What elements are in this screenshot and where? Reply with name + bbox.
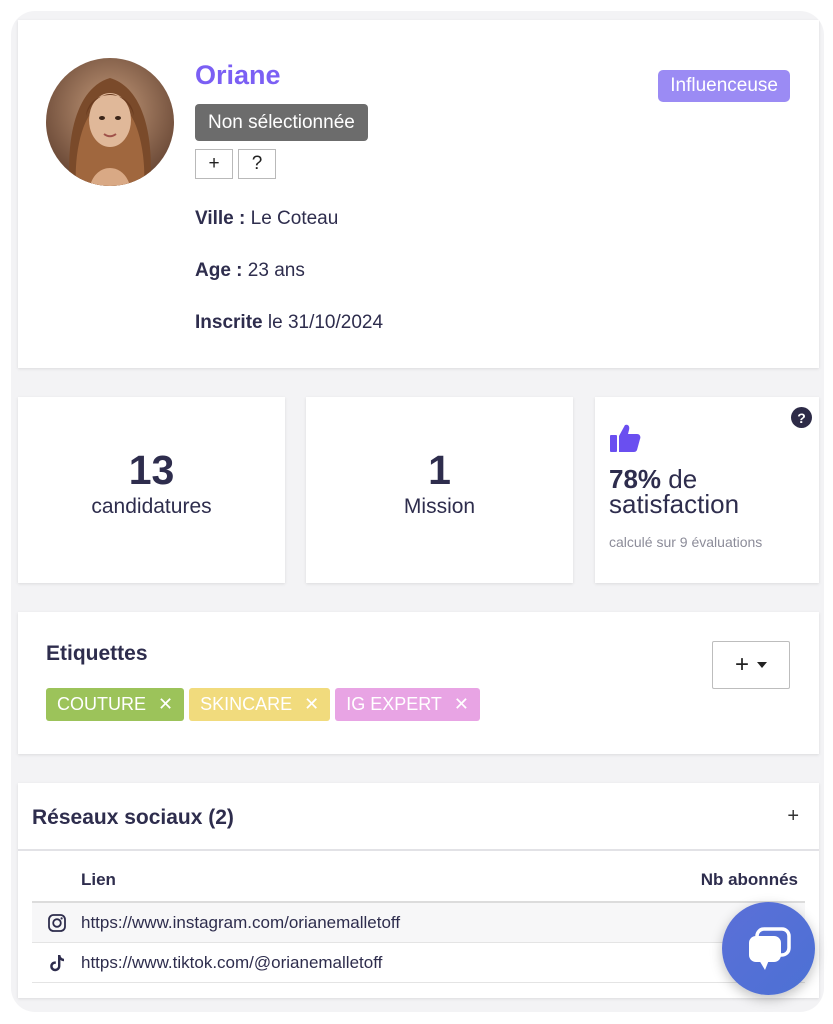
missions-label: Mission <box>403 495 476 518</box>
social-link[interactable]: https://www.instagram.com/orianemalletof… <box>81 913 400 933</box>
add-tag-dropdown[interactable]: + <box>712 641 790 689</box>
applications-label: candidatures <box>91 495 212 518</box>
social-link[interactable]: https://www.tiktok.com/@orianemalletoff <box>81 953 382 973</box>
tag-couture: COUTURE ✕ <box>46 688 185 721</box>
age-label: Age : <box>195 260 243 281</box>
tag-label: SKINCARE <box>200 694 293 714</box>
selection-status-badge[interactable]: Non sélectionnée <box>195 104 368 141</box>
table-row: https://www.instagram.com/orianemalletof… <box>32 903 805 943</box>
tag-list: COUTURE ✕ SKINCARE ✕ IG EXPERT ✕ <box>46 688 481 721</box>
help-icon[interactable]: ? <box>791 407 812 428</box>
tag-ig-expert: IG EXPERT ✕ <box>335 688 481 721</box>
applications-count: 13 <box>128 447 175 493</box>
chat-button[interactable] <box>722 902 815 995</box>
satisfaction-subtitle: calculé sur 9 évaluations <box>609 534 763 550</box>
age-value: 23 ans <box>247 260 305 281</box>
satisfaction-stat-card: ? 78% de satisfaction calculé sur 9 éval… <box>595 397 819 583</box>
missions-stat-card: 1 Mission <box>306 397 573 583</box>
satisfaction-text: 78% de satisfaction <box>609 466 814 517</box>
chat-bubble-icon <box>748 926 791 970</box>
remove-tag-icon[interactable]: ✕ <box>454 688 469 721</box>
tiktok-icon <box>32 953 81 973</box>
tags-card: Etiquettes + COUTURE ✕ SKINCARE ✕ IG EXP… <box>18 612 819 754</box>
missions-count: 1 <box>428 447 451 493</box>
applications-stat-card: 13 candidatures <box>18 397 285 583</box>
profile-name: Oriane <box>195 60 281 90</box>
add-button[interactable]: + <box>195 149 233 179</box>
table-row: https://www.tiktok.com/@orianemalletoff <box>32 943 805 983</box>
social-table: Lien Nb abonnés https://www.instagram.co… <box>32 859 805 983</box>
table-header: Lien Nb abonnés <box>32 859 805 903</box>
remove-tag-icon[interactable]: ✕ <box>158 688 173 721</box>
role-badge: Influenceuse <box>658 70 790 102</box>
city-value: Le Coteau <box>250 208 339 229</box>
social-networks-card: Réseaux sociaux (2) + Lien Nb abonnés ht… <box>18 783 819 998</box>
profile-card: Oriane Non sélectionnée + ? Influenceuse… <box>18 20 819 368</box>
tag-skincare: SKINCARE ✕ <box>189 688 331 721</box>
city-label: Ville : <box>195 208 246 229</box>
caret-down-icon <box>757 662 767 668</box>
divider <box>18 849 819 851</box>
joined-label: Inscrite <box>195 312 263 333</box>
profile-page: Oriane Non sélectionnée + ? Influenceuse… <box>11 11 824 1012</box>
age-info: Age : 23 ans <box>195 260 305 282</box>
thumbs-up-icon <box>609 423 641 458</box>
column-link: Lien <box>81 870 116 889</box>
add-tag-plus: + <box>734 651 749 678</box>
instagram-icon <box>32 913 81 933</box>
city-info: Ville : Le Coteau <box>195 208 338 230</box>
tags-title: Etiquettes <box>46 642 148 665</box>
social-title: Réseaux sociaux (2) <box>32 806 234 829</box>
add-social-button[interactable]: + <box>787 805 799 828</box>
joined-value: le 31/10/2024 <box>267 312 384 333</box>
tag-label: COUTURE <box>57 694 146 714</box>
remove-tag-icon[interactable]: ✕ <box>304 688 319 721</box>
column-followers: Nb abonnés <box>700 870 798 889</box>
tag-label: IG EXPERT <box>346 694 442 714</box>
joined-info: Inscrite le 31/10/2024 <box>195 312 383 334</box>
help-button[interactable]: ? <box>238 149 276 179</box>
avatar <box>46 58 174 186</box>
